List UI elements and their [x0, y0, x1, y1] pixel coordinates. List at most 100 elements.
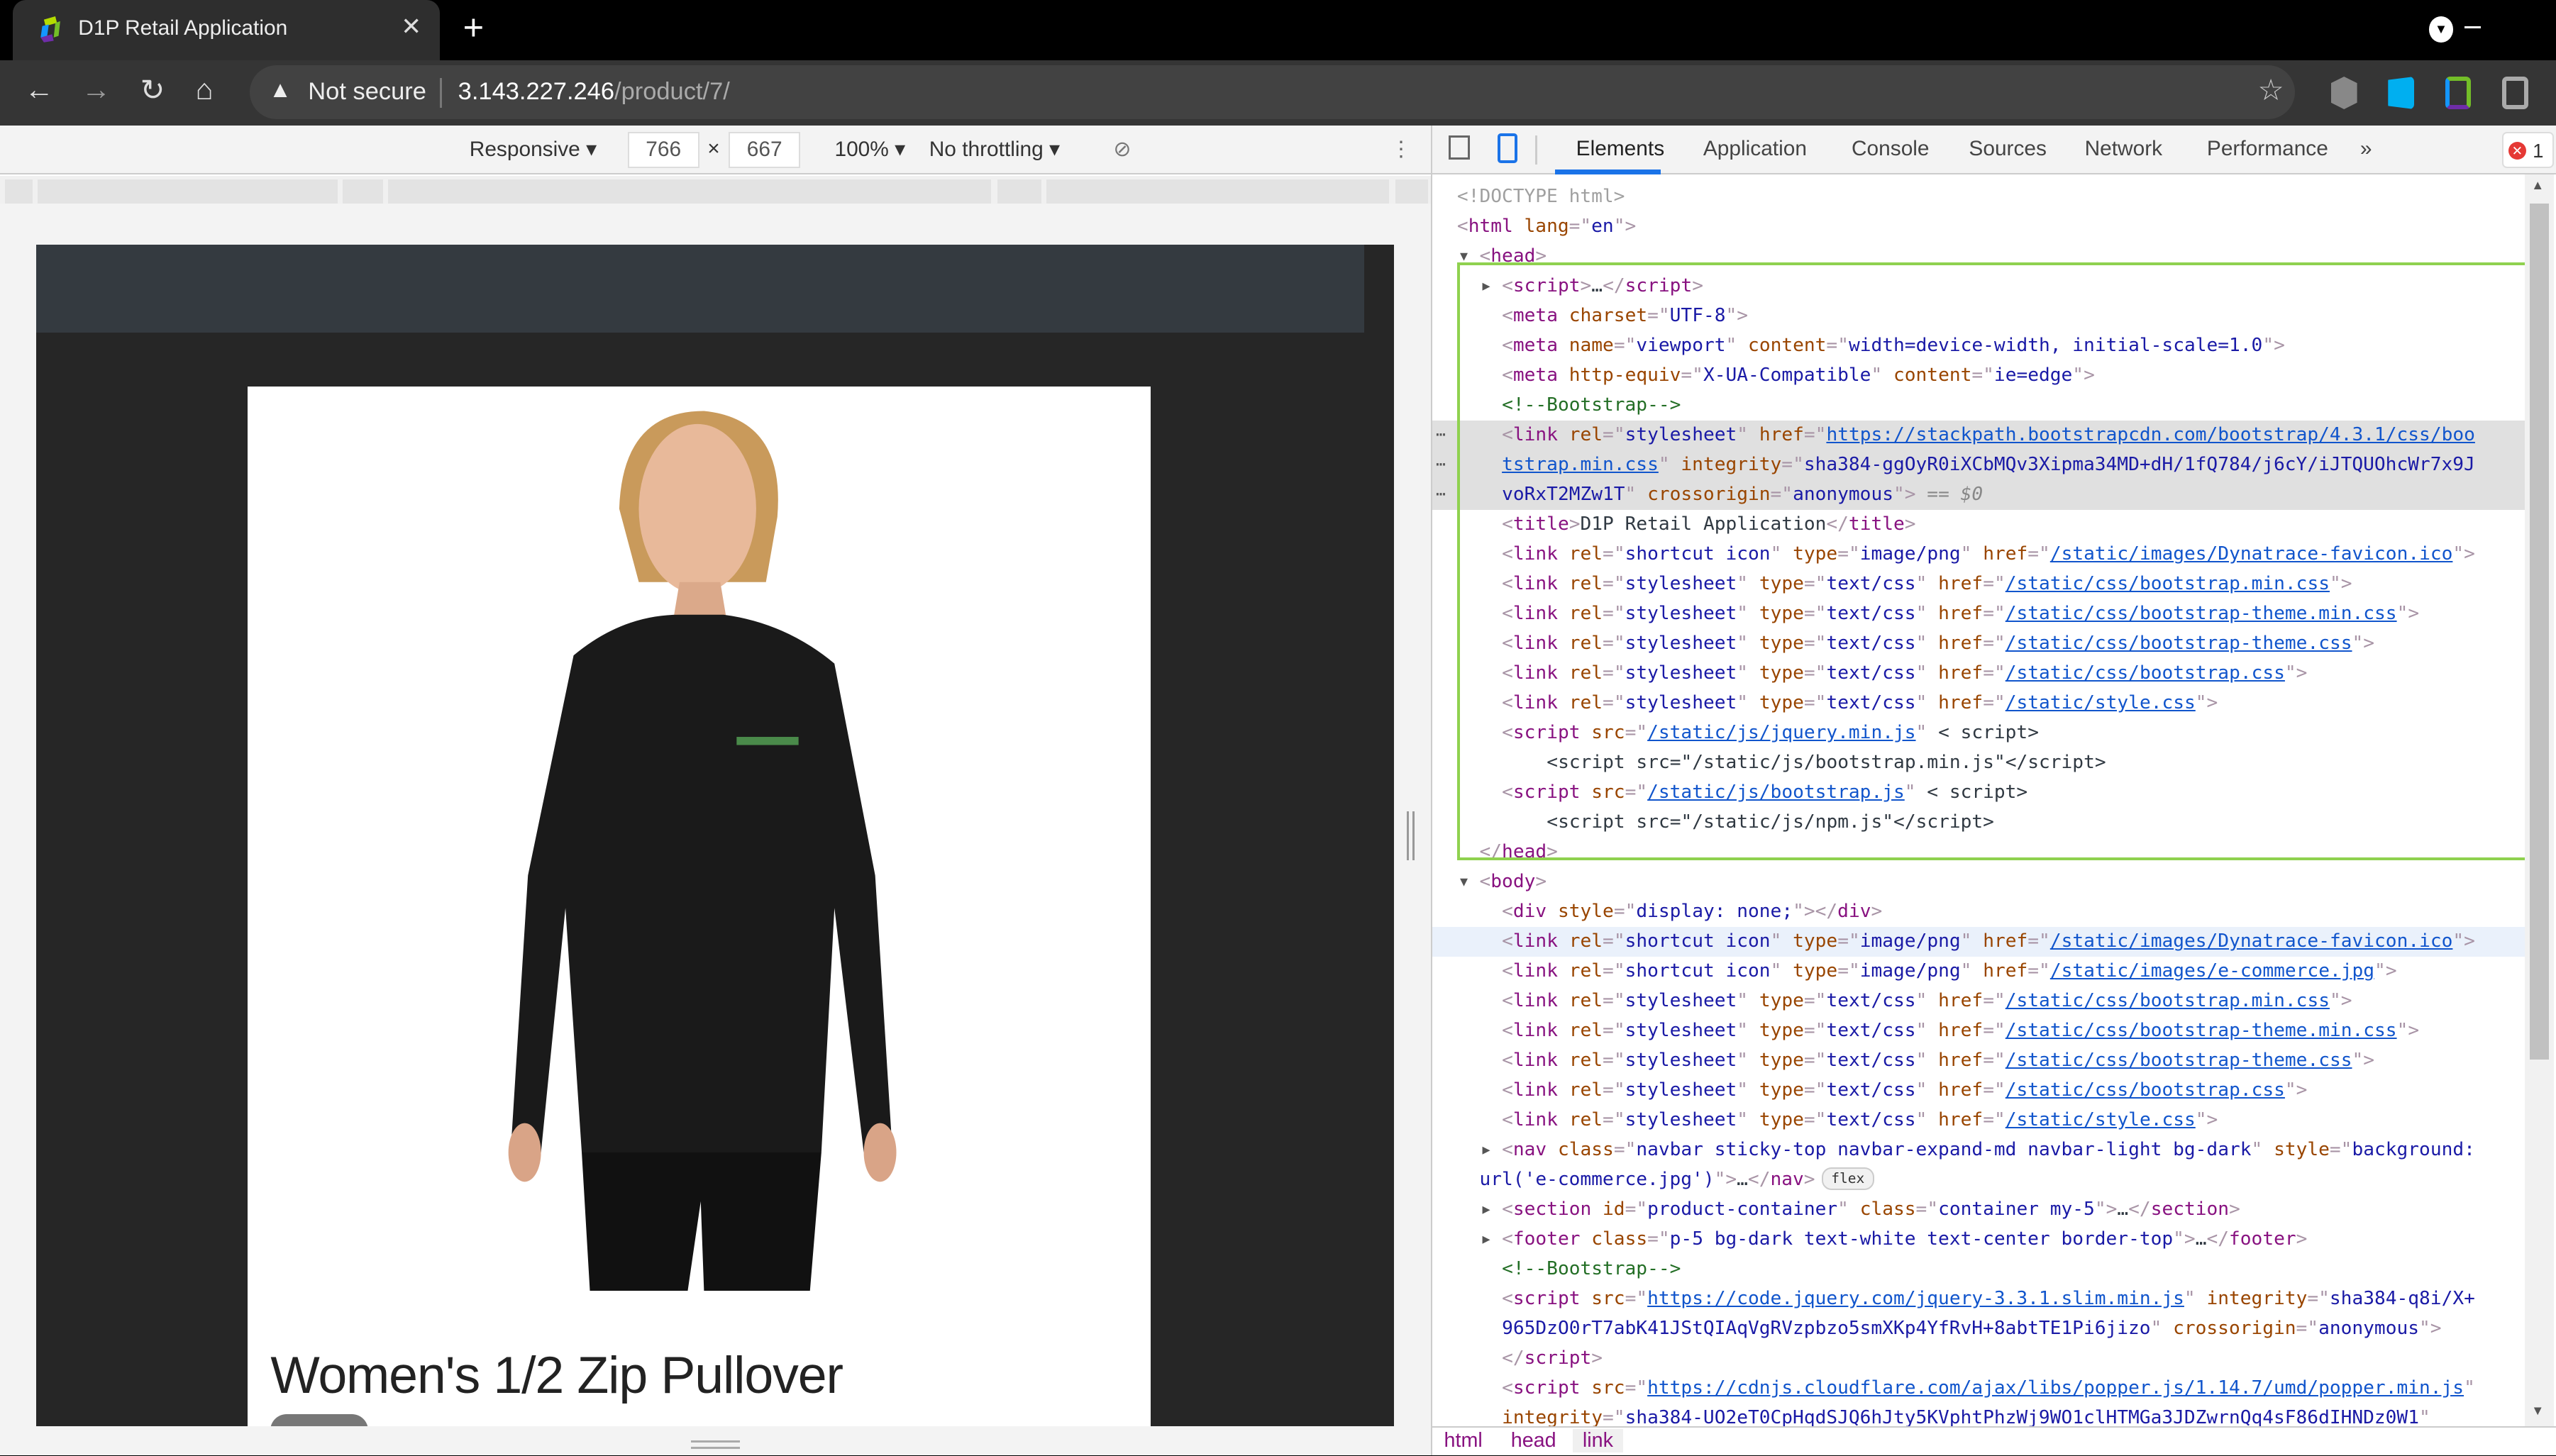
resource-link[interactable]: https://code.jquery.com/jquery-3.3.1.sli…	[1647, 1288, 2184, 1309]
node-actions-icon[interactable]: ⋯	[1436, 450, 1446, 480]
punctuation: ="	[1569, 216, 1592, 238]
tab-console[interactable]: Console	[1852, 137, 1930, 161]
dom-node-line[interactable]: ▼ <body>	[1432, 867, 2525, 897]
dom-node-line[interactable]: <link rel="stylesheet" type="text/css" h…	[1432, 1076, 2525, 1106]
tab-sources[interactable]: Sources	[1969, 137, 2047, 161]
punctuation: ="	[1803, 1019, 1827, 1041]
rotate-icon[interactable]: ⊘	[1113, 137, 1131, 162]
attribute-value: stylesheet	[1625, 1049, 1737, 1071]
punctuation: <	[1502, 1049, 1513, 1071]
scroll-down-icon[interactable]: ▼	[2531, 1403, 2544, 1418]
throttling-select[interactable]: No throttling ▾	[929, 137, 1060, 162]
dom-node-line[interactable]: <!DOCTYPE html>	[1432, 182, 2525, 212]
device-toggle-icon[interactable]	[1498, 133, 1517, 163]
profile-menu-icon[interactable]: ▼	[2428, 16, 2454, 43]
back-icon[interactable]: ←	[24, 73, 53, 106]
dom-node-line[interactable]: <html lang="en">	[1432, 212, 2525, 242]
minimize-icon[interactable]	[2464, 26, 2482, 29]
dom-node-line[interactable]: 965DzO0rT7abK41JStQIAqVgRVzpbzo5smXKp4Yf…	[1432, 1314, 2525, 1344]
tab-application[interactable]: Application	[1703, 137, 1807, 161]
dom-node-line[interactable]: integrity="sha384-UO2eT0CpHqdSJQ6hJty5KV…	[1432, 1404, 2525, 1426]
dom-node-line[interactable]: <link rel="shortcut icon" type="image/pn…	[1432, 957, 2525, 987]
dom-node-line[interactable]: <div style="display: none;"></div>	[1432, 897, 2525, 927]
scroll-up-icon[interactable]: ▲	[2531, 177, 2544, 193]
dom-node-line[interactable]: <link rel="stylesheet" type="text/css" h…	[1432, 987, 2525, 1016]
punctuation: >	[2296, 1228, 2308, 1250]
expand-arrow-icon[interactable]: ▼	[1460, 867, 1468, 897]
node-actions-icon[interactable]: ⋯	[1436, 480, 1446, 510]
collapse-arrow-icon[interactable]: ▶	[1483, 1225, 1490, 1255]
resize-handle-right[interactable]	[1407, 811, 1415, 861]
home-icon[interactable]: ⌂	[196, 73, 214, 106]
collapse-arrow-icon[interactable]: ▶	[1483, 1195, 1490, 1225]
inspect-element-icon[interactable]	[1449, 135, 1471, 160]
close-tab-icon[interactable]: ✕	[401, 13, 421, 41]
not-secure-label[interactable]: Not secure	[308, 78, 426, 106]
punctuation: <	[1502, 960, 1513, 982]
scrollbar-thumb[interactable]	[2529, 204, 2550, 1060]
resource-link[interactable]: /static/css/bootstrap-theme.min.css	[2005, 1020, 2397, 1041]
dom-node-line[interactable]: <script src="https://code.jquery.com/jqu…	[1432, 1284, 2525, 1314]
url-text[interactable]: 3.143.227.246/product/7/	[458, 78, 730, 106]
media-query-bar[interactable]	[0, 176, 1432, 204]
windows-extension-icon[interactable]	[2388, 76, 2415, 109]
viewport-height-input[interactable]: 667	[729, 132, 801, 168]
tag-name: script	[1512, 1377, 1581, 1399]
more-tabs-icon[interactable]: »	[2360, 137, 2372, 161]
forward-icon[interactable]: →	[82, 73, 111, 106]
dom-node-line[interactable]: ▶ <footer class="p-5 bg-dark text-white t…	[1432, 1225, 2525, 1255]
punctuation: "	[2184, 1287, 2196, 1309]
dom-node-line[interactable]: <script src="https://cdnjs.cloudflare.co…	[1432, 1374, 2525, 1404]
attribute-name: rel	[1557, 1019, 1603, 1041]
node-markup: <script src="https://code.jquery.com/jqu…	[1502, 1284, 2475, 1314]
more-options-icon[interactable]: ⋮	[1390, 137, 1412, 162]
punctuation: >	[1591, 1347, 1603, 1369]
error-counter[interactable]: ✕ 1	[2501, 132, 2555, 168]
product-button[interactable]	[270, 1414, 369, 1426]
scrollbar[interactable]: ▲ ▼	[2524, 174, 2555, 1426]
resource-link[interactable]: /static/css/bootstrap.min.css	[2005, 990, 2330, 1011]
dom-node-line[interactable]: </script>	[1432, 1344, 2525, 1374]
dom-node-line[interactable]: url('e-commerce.jpg')">…</nav> flex	[1432, 1165, 2525, 1195]
resource-link[interactable]: https://cdnjs.cloudflare.com/ajax/libs/p…	[1647, 1377, 2464, 1399]
resource-link[interactable]: /static/css/bootstrap.css	[2005, 1079, 2285, 1101]
device-select[interactable]: Responsive ▾	[470, 137, 597, 162]
browser-tab[interactable]: D1P Retail Application ✕	[13, 0, 441, 61]
resource-link[interactable]: /static/css/bootstrap-theme.css	[2005, 1050, 2352, 1071]
breadcrumb-head[interactable]: head	[1501, 1429, 1566, 1452]
collapse-arrow-icon[interactable]: ▶	[1483, 1135, 1490, 1165]
dom-node-line[interactable]: <!--Bootstrap-->	[1432, 1255, 2525, 1284]
punctuation: "></	[1793, 900, 1838, 922]
punctuation: "	[1915, 1079, 1927, 1101]
viewport-width-input[interactable]: 766	[627, 132, 699, 168]
dynatrace-extension-icon[interactable]	[2445, 76, 2472, 109]
dom-node-line[interactable]: <link rel="shortcut icon" type="image/pn…	[1432, 926, 2525, 957]
resource-link[interactable]: /static/images/e-commerce.jpg	[2050, 960, 2374, 982]
flex-badge[interactable]: flex	[1821, 1167, 1874, 1190]
dom-node-line[interactable]: ▶ <nav class="navbar sticky-top navbar-ex…	[1432, 1135, 2525, 1165]
extension-icon[interactable]	[2502, 76, 2528, 109]
dom-node-line[interactable]: <link rel="stylesheet" type="text/css" h…	[1432, 1046, 2525, 1076]
breadcrumb: html head link	[1432, 1426, 2556, 1455]
dom-node-line[interactable]: <link rel="stylesheet" type="text/css" h…	[1432, 1106, 2525, 1135]
extension-shield-icon[interactable]	[2330, 76, 2357, 109]
dom-node-line[interactable]: <link rel="stylesheet" type="text/css" h…	[1432, 1016, 2525, 1046]
tab-network[interactable]: Network	[2085, 137, 2163, 161]
node-actions-icon[interactable]: ⋯	[1436, 421, 1446, 450]
tab-performance[interactable]: Performance	[2207, 137, 2328, 161]
bookmark-star-icon[interactable]: ☆	[2257, 73, 2284, 107]
resize-handle-bottom[interactable]	[691, 1440, 741, 1449]
reload-icon[interactable]: ↻	[140, 73, 165, 107]
resource-link[interactable]: /static/images/Dynatrace-favicon.ico	[2050, 930, 2453, 952]
tab-elements[interactable]: Elements	[1576, 137, 1664, 161]
resource-link[interactable]: /static/style.css	[2005, 1109, 2196, 1130]
address-bar[interactable]: ▲ Not secure 3.143.227.246/product/7/ ☆	[249, 65, 2296, 119]
breadcrumb-html[interactable]: html	[1434, 1429, 1493, 1452]
new-tab-button[interactable]: +	[463, 6, 485, 48]
attribute-name: href	[1927, 1108, 1984, 1130]
breadcrumb-link[interactable]: link	[1573, 1428, 1623, 1452]
punctuation: "	[1915, 989, 1927, 1011]
doctype: <!DOCTYPE html>	[1456, 186, 1625, 208]
dom-node-line[interactable]: ▶ <section id="product-container" class="…	[1432, 1195, 2525, 1225]
zoom-select[interactable]: 100% ▾	[834, 137, 905, 162]
